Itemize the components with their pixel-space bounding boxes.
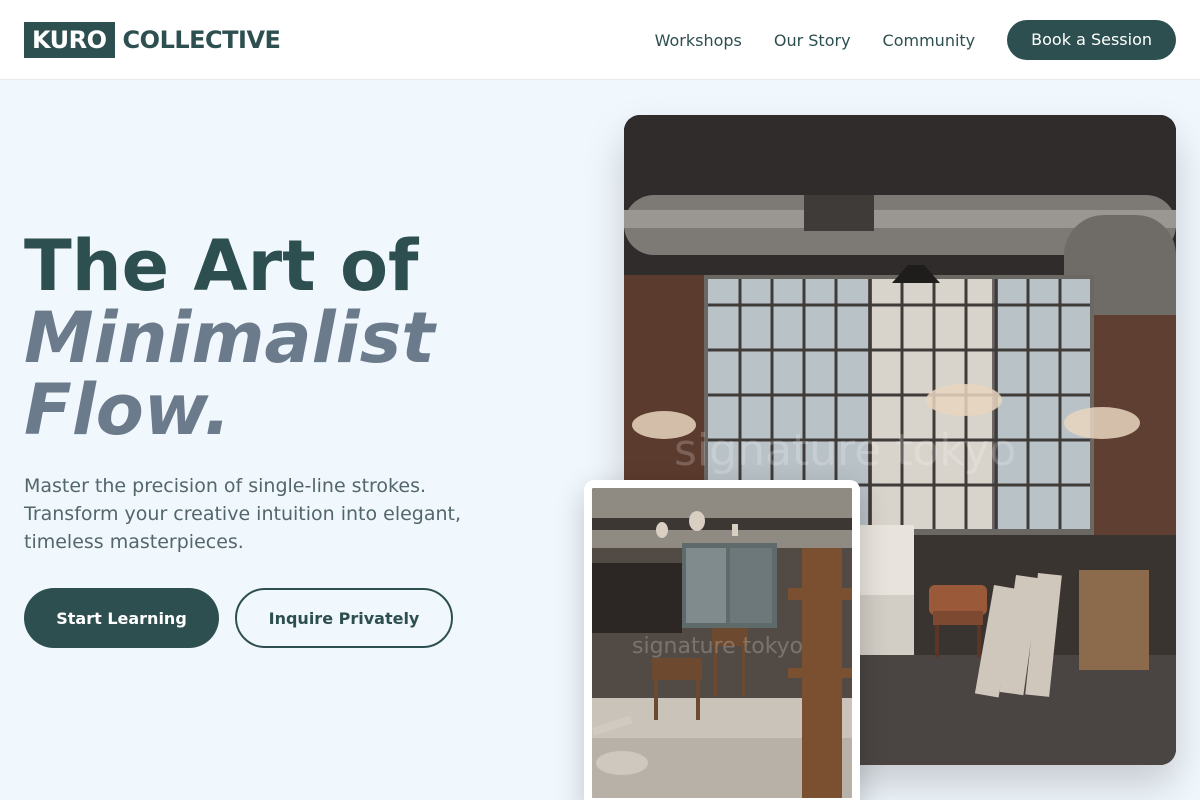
hero-subtitle: Master the precision of single-line stro… [24,475,462,553]
hero-title: The Art of Minimalist Flow. [24,230,435,446]
hero-title-line1: The Art of [24,225,419,307]
workshop-photo-card: signature tokyo [584,480,860,800]
workshop-photo: signature tokyo [592,488,852,798]
start-learning-button[interactable]: Start Learning [24,588,219,648]
book-session-button[interactable]: Book a Session [1007,20,1176,60]
main-nav: Workshops Our Story Community Book a Ses… [655,20,1176,60]
hero-title-line2: Minimalist Flow. [24,302,435,446]
nav-link-our-story[interactable]: Our Story [774,31,851,50]
workshop-illustration: signature tokyo [592,488,852,798]
logo-mark: KURO [24,22,115,58]
nav-link-community[interactable]: Community [883,31,976,50]
inquire-privately-button[interactable]: Inquire Privately [235,588,453,648]
logo[interactable]: KURO COLLECTIVE [24,22,281,58]
nav-link-workshops[interactable]: Workshops [655,31,742,50]
logo-text: COLLECTIVE [122,26,281,54]
watermark-main: signature tokyo [674,425,1016,476]
site-header: KURO COLLECTIVE Workshops Our Story Comm… [0,0,1200,80]
hero-title-line2-text: Minimalist Flow. [24,297,435,451]
watermark-inset: signature tokyo [632,634,803,659]
